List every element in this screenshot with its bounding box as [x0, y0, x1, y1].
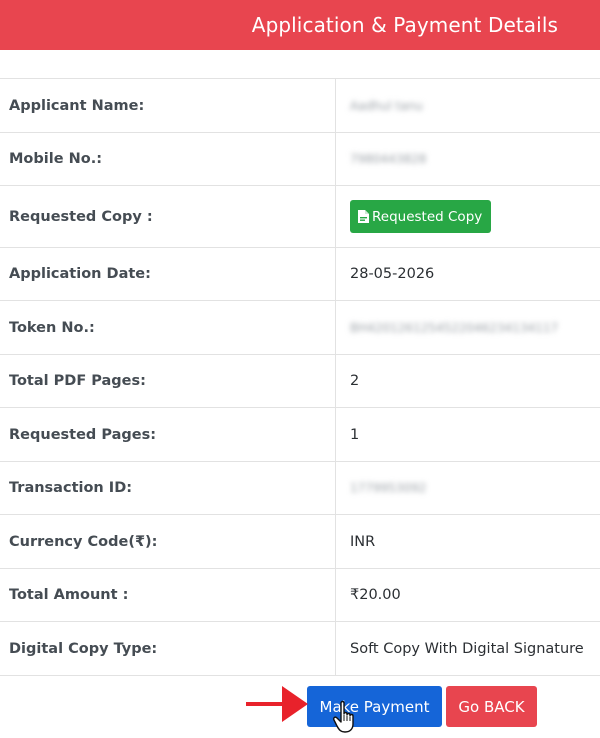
red-arrow-icon: [246, 686, 308, 722]
currency-code-value: INR: [350, 533, 376, 550]
table-row: Token No.: BH4201261254522046234134117: [0, 301, 600, 355]
token-blurred: BH4201261254522046234134117: [350, 320, 559, 335]
make-payment-button[interactable]: Make Payment: [307, 686, 442, 727]
table-row: Application Date: 28-05-2026: [0, 248, 600, 301]
applicant-name-label: Applicant Name:: [0, 79, 336, 132]
requested-copy-label: Requested Copy :: [0, 186, 336, 247]
transaction-id-blurred: 1779953092: [350, 481, 427, 495]
page-header: Application & Payment Details: [0, 0, 600, 50]
total-amount-value: ₹20.00: [350, 587, 401, 603]
requested-copy-cell: Requested Copy: [336, 186, 600, 247]
table-row: Currency Code(₹): INR: [0, 515, 600, 569]
total-amount-label: Total Amount :: [0, 569, 336, 621]
table-row: Applicant Name: Aadhul tanu: [0, 79, 600, 133]
table-row: Total Amount : ₹20.00: [0, 569, 600, 622]
mobile-blurred: 7980443828: [350, 152, 427, 166]
requested-pages-label: Requested Pages:: [0, 408, 336, 461]
table-row: Requested Copy : Requested Copy: [0, 186, 600, 248]
hand-cursor-icon: [333, 700, 354, 733]
applicant-name-value: Aadhul tanu: [336, 79, 600, 132]
table-row: Transaction ID: 1779953092: [0, 462, 600, 515]
mobile-label: Mobile No.:: [0, 133, 336, 185]
currency-code-label: Currency Code(₹):: [0, 515, 336, 568]
requested-pages-value: 1: [350, 426, 360, 443]
table-row: Total PDF Pages: 2: [0, 355, 600, 408]
token-label: Token No.:: [0, 301, 336, 354]
total-pdf-pages-label: Total PDF Pages:: [0, 355, 336, 407]
table-row: Requested Pages: 1: [0, 408, 600, 462]
total-pdf-pages-value: 2: [350, 373, 360, 389]
details-table: Applicant Name: Aadhul tanu Mobile No.: …: [0, 78, 600, 676]
table-row: Mobile No.: 7980443828: [0, 133, 600, 186]
requested-copy-button[interactable]: Requested Copy: [350, 200, 492, 233]
table-row: Digital Copy Type: Soft Copy With Digita…: [0, 622, 600, 676]
pdf-file-icon: [358, 210, 369, 223]
digital-copy-type-value: Soft Copy With Digital Signature: [350, 640, 584, 657]
application-date-label: Application Date:: [0, 248, 336, 300]
transaction-id-value: 1779953092: [336, 462, 600, 514]
token-value: BH4201261254522046234134117: [336, 301, 600, 354]
requested-copy-label-text: Requested Copy: [372, 208, 483, 225]
go-back-button[interactable]: Go BACK: [446, 686, 537, 727]
page-title: Application & Payment Details: [251, 13, 558, 37]
digital-copy-type-label: Digital Copy Type:: [0, 622, 336, 675]
applicant-name-blurred: Aadhul tanu: [350, 98, 423, 113]
application-date-value: 28-05-2026: [350, 266, 435, 282]
transaction-id-label: Transaction ID:: [0, 462, 336, 514]
mobile-value: 7980443828: [336, 133, 600, 185]
